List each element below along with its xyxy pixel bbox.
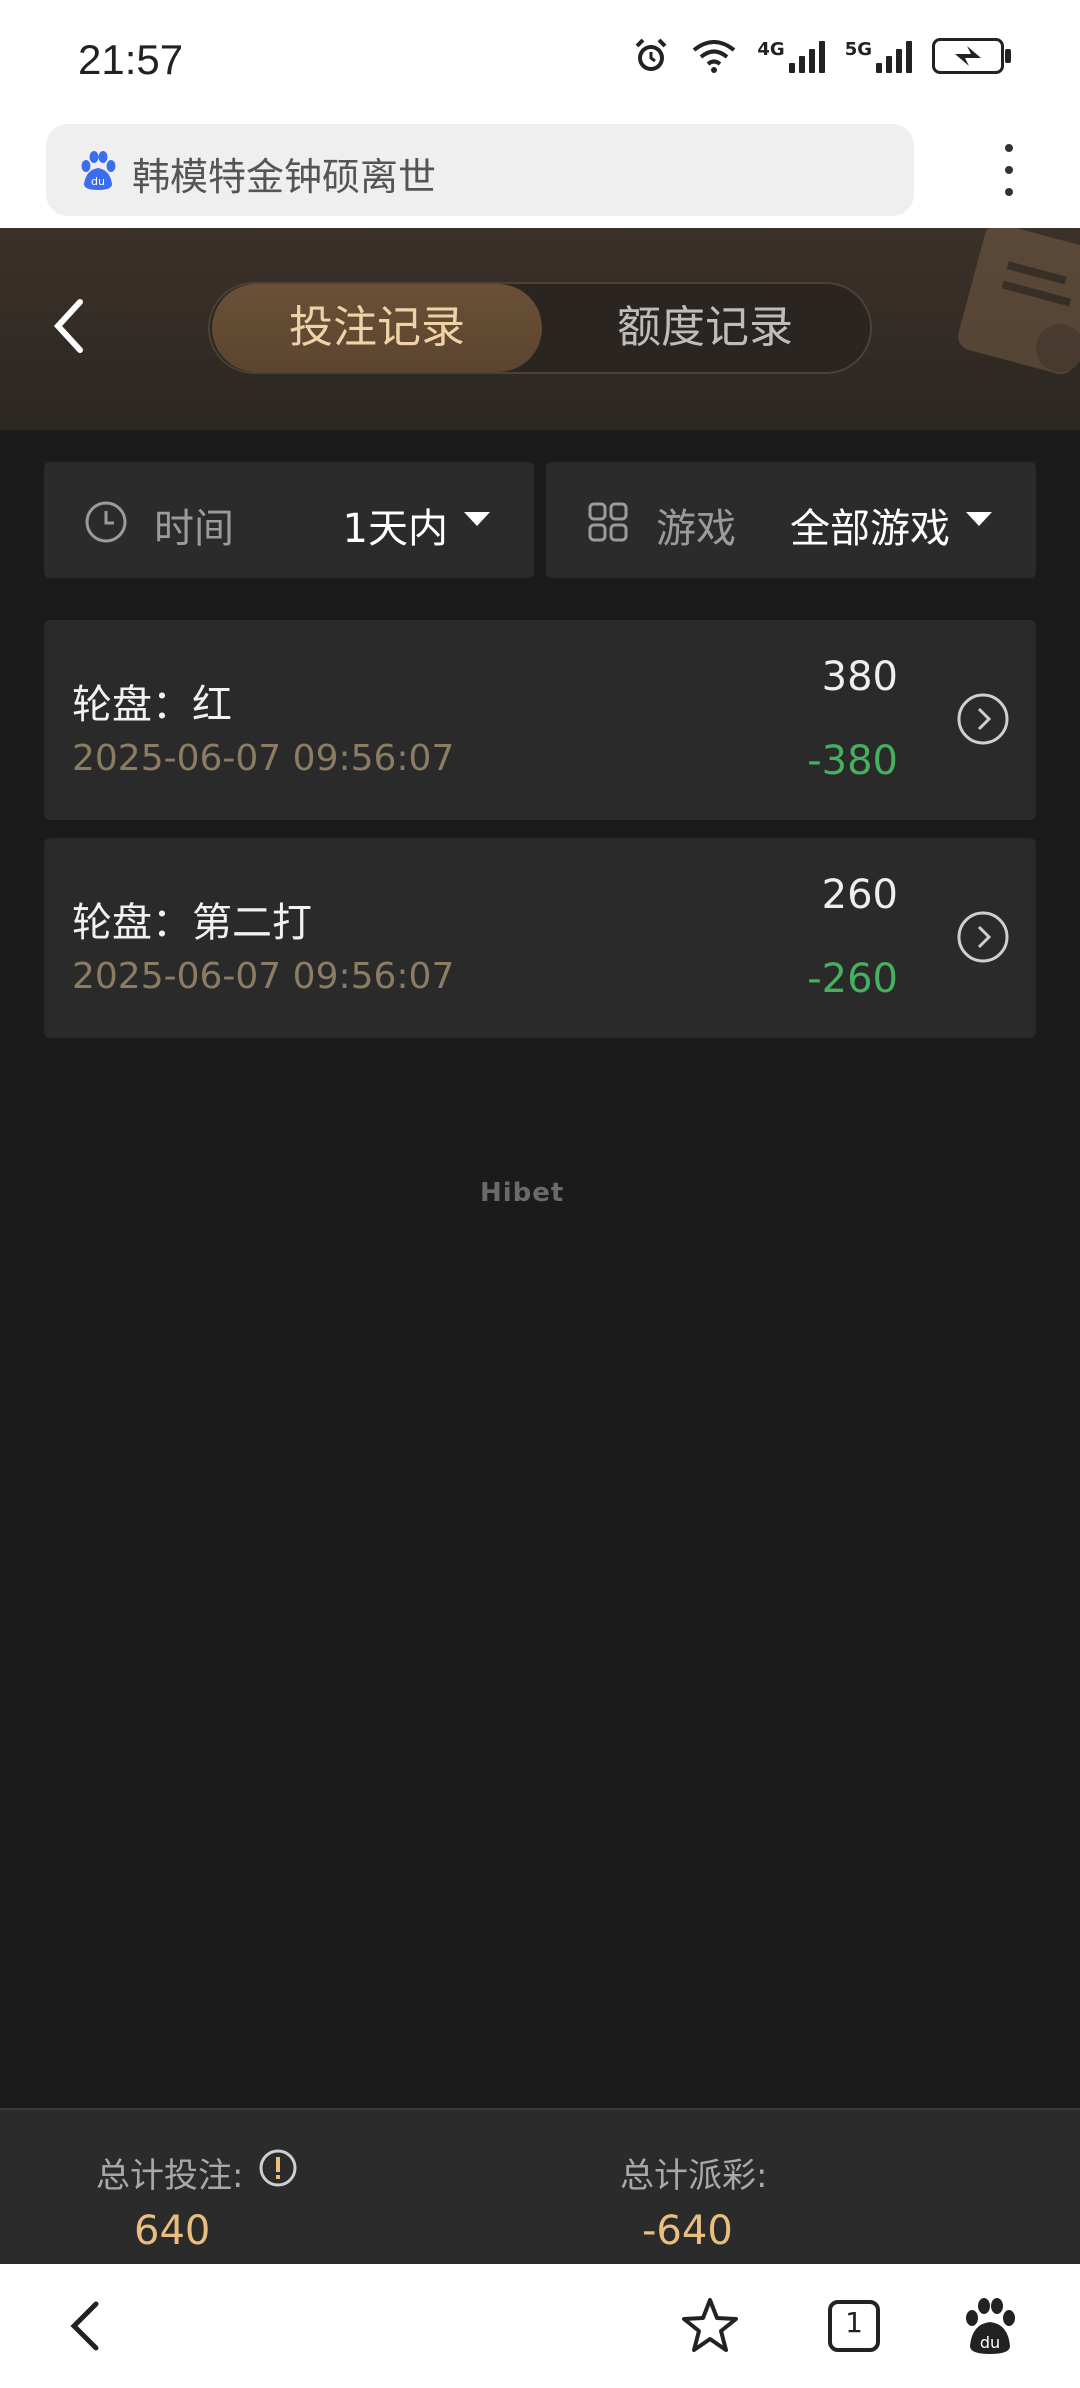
total-bet-value: 640 [134, 2208, 211, 2254]
dropdown-arrow-icon [966, 512, 992, 526]
dropdown-arrow-icon [464, 512, 490, 526]
time-filter-label: 时间 [154, 506, 234, 552]
total-payout-value: -640 [642, 2208, 733, 2254]
status-time: 21:57 [78, 36, 184, 83]
grid-icon [588, 502, 628, 542]
total-bet-label: 总计投注: [96, 2156, 244, 2196]
app-header: 投注记录 额度记录 [0, 228, 1080, 430]
chevron-right-circle-icon[interactable] [956, 910, 1010, 964]
clock-icon [85, 501, 127, 543]
record-bet-amount: 260 [821, 872, 898, 918]
game-filter-value: 全部游戏 [790, 506, 950, 552]
record-title: 轮盘：红 [72, 682, 232, 728]
tabs-count: 1 [845, 2306, 863, 2339]
game-filter-label: 游戏 [656, 506, 736, 552]
url-text: 韩模特金钟硕离世 [132, 155, 437, 199]
more-menu-icon[interactable] [996, 144, 1022, 204]
bet-record-item[interactable]: 轮盘：第二打 2025-06-07 09:56:07 260 -260 [44, 838, 1036, 1038]
battery-icon [932, 38, 1011, 74]
tabs-button[interactable]: 1 [822, 2294, 886, 2358]
record-win-amount: -260 [807, 956, 898, 1002]
alarm-icon [635, 38, 667, 71]
network-5g-label: 5G [844, 39, 872, 60]
time-filter-value: 1天内 [342, 506, 448, 552]
info-icon[interactable] [258, 2148, 298, 2188]
url-bar[interactable]: du 韩模特金钟硕离世 [46, 124, 914, 216]
status-bar: 21:57 4G 5G [0, 0, 1080, 124]
record-time: 2025-06-07 09:56:07 [72, 738, 455, 779]
network-4g-label: 4G [757, 39, 785, 60]
record-bet-amount: 380 [821, 654, 898, 700]
record-title: 轮盘：第二打 [72, 900, 312, 946]
document-clock-icon [958, 228, 1080, 375]
game-filter[interactable]: 游戏 全部游戏 [546, 462, 1036, 578]
star-icon[interactable] [678, 2294, 742, 2358]
baidu-logo-text: du [91, 175, 105, 188]
browser-bar: du 韩模特金钟硕离世 [0, 124, 1080, 228]
time-filter[interactable]: 时间 1天内 [44, 462, 534, 578]
status-icons: 4G 5G [631, 36, 1011, 76]
browser-bottom-nav: 1 du [0, 2264, 1080, 2388]
total-payout-label: 总计派彩: [620, 2156, 768, 2196]
wifi-icon [693, 40, 736, 73]
tab-bet-records[interactable]: 投注记录 [212, 284, 542, 372]
browser-back-icon[interactable] [56, 2294, 120, 2358]
tab-credit-records[interactable]: 额度记录 [540, 284, 870, 372]
baidu-logo-text: du [980, 2333, 1000, 2352]
summary-bar: 总计投注: 640 总计派彩: -640 [0, 2108, 1080, 2266]
baidu-paw-icon: du [81, 151, 116, 190]
bet-record-item[interactable]: 轮盘：红 2025-06-07 09:56:07 380 -380 [44, 620, 1036, 820]
signal-icon-2 [876, 39, 912, 73]
back-icon[interactable] [50, 296, 90, 356]
record-tabs: 投注记录 额度记录 [208, 282, 872, 374]
record-win-amount: -380 [807, 738, 898, 784]
watermark-logo: Hibet [480, 1178, 565, 1208]
record-time: 2025-06-07 09:56:07 [72, 956, 455, 997]
chevron-right-circle-icon[interactable] [956, 692, 1010, 746]
signal-icon [788, 39, 825, 73]
baidu-paw-icon[interactable]: du [958, 2294, 1022, 2358]
